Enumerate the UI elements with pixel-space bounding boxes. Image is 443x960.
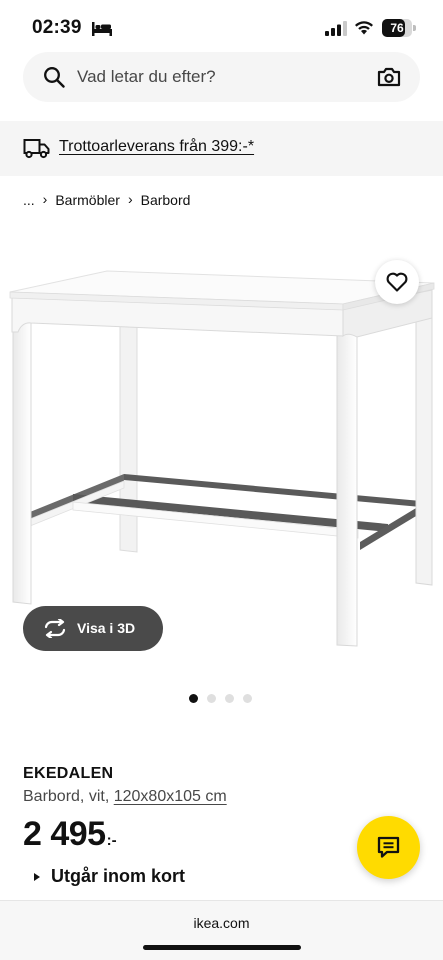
home-indicator[interactable] xyxy=(143,945,301,950)
carousel-dot-3[interactable] xyxy=(225,694,234,703)
price-suffix: :- xyxy=(106,832,117,849)
cellular-signal-icon xyxy=(325,21,347,36)
status-bar: 02:39 76 xyxy=(0,0,443,56)
delivery-offer-link[interactable]: Trottoarleverans från 399:-* xyxy=(59,121,254,176)
breadcrumb-item-barbord[interactable]: Barbord xyxy=(141,192,191,208)
carousel-dot-1[interactable] xyxy=(189,694,198,703)
product-price: 2 495:- xyxy=(23,815,117,854)
breadcrumb: ... › Barmöbler › Barbord xyxy=(23,190,190,210)
battery-indicator: 76 xyxy=(382,19,412,37)
search-icon[interactable] xyxy=(43,66,65,88)
favorite-button[interactable] xyxy=(375,260,419,304)
chat-icon xyxy=(377,836,400,858)
truck-icon xyxy=(23,139,50,159)
carousel-dot-2[interactable] xyxy=(207,694,216,703)
wifi-icon xyxy=(355,21,373,35)
carousel-dots xyxy=(189,694,252,704)
caret-right-icon xyxy=(34,872,40,881)
battery-percent: 76 xyxy=(390,21,404,35)
carousel-dot-4[interactable] xyxy=(243,694,252,703)
chat-button[interactable] xyxy=(357,816,420,879)
breadcrumb-ellipsis[interactable]: ... xyxy=(23,192,35,208)
view-in-3d-button[interactable]: Visa i 3D xyxy=(23,606,163,651)
delivery-banner[interactable]: Trottoarleverans från 399:-* xyxy=(0,121,443,176)
product-type: Barbord, vit, xyxy=(23,788,110,805)
price-value: 2 495 xyxy=(23,815,106,853)
product-description: Barbord, vit, 120x80x105 cm xyxy=(23,788,227,806)
product-name: EKEDALEN xyxy=(23,765,114,782)
camera-icon[interactable] xyxy=(377,66,401,88)
availability-text: Utgår inom kort xyxy=(51,866,186,886)
heart-icon xyxy=(386,272,408,292)
search-input[interactable]: Vad letar du efter? xyxy=(77,52,367,102)
availability-toggle[interactable]: Utgår inom kort xyxy=(33,866,185,887)
chevron-right-icon: › xyxy=(127,191,133,207)
battery-terminal xyxy=(413,25,416,31)
search-bar[interactable]: Vad letar du efter? xyxy=(23,52,420,102)
view-in-3d-label: Visa i 3D xyxy=(77,620,136,636)
rotate-3d-icon xyxy=(44,619,66,638)
sleep-mode-icon xyxy=(92,22,112,36)
chevron-right-icon: › xyxy=(42,191,48,207)
status-time: 02:39 xyxy=(32,17,82,38)
breadcrumb-item-barmobler[interactable]: Barmöbler xyxy=(55,192,120,208)
browser-url[interactable]: ikea.com xyxy=(0,915,443,931)
product-dimensions-link[interactable]: 120x80x105 cm xyxy=(114,788,227,805)
browser-address-bar[interactable]: ikea.com xyxy=(0,900,443,960)
